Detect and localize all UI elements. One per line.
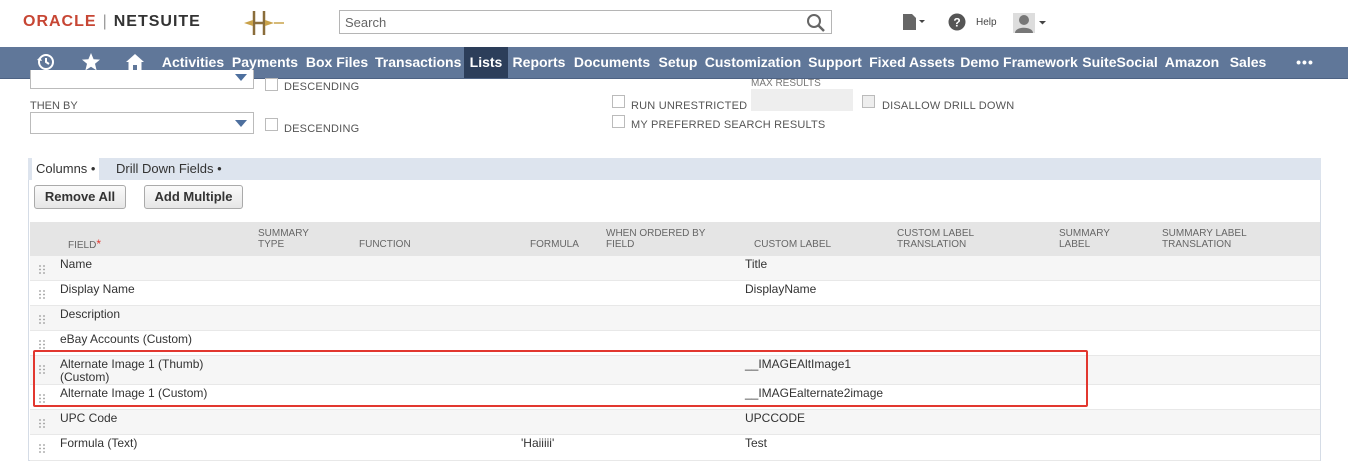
chevron-down-icon[interactable] <box>235 120 247 127</box>
table-row[interactable]: Name Title <box>30 256 1320 281</box>
subtab-bar: Columns • Drill Down Fields • <box>28 158 1321 180</box>
descending-checkbox-2[interactable] <box>265 118 278 131</box>
header-custom-label-translation: CUSTOM LABEL TRANSLATION <box>897 228 975 250</box>
logo-separator: | <box>102 13 108 30</box>
nav-more-menu[interactable]: ••• <box>1290 47 1320 78</box>
then-by-label: THEN BY <box>30 100 78 112</box>
my-preferred-checkbox[interactable] <box>612 115 625 128</box>
run-unrestricted-label: RUN UNRESTRICTED <box>631 100 748 112</box>
cell-field: Formula (Text) <box>60 436 138 450</box>
nav-lists[interactable]: Lists <box>464 47 508 78</box>
cell-field: Display Name <box>60 282 135 296</box>
remove-all-button[interactable]: Remove All <box>34 185 126 209</box>
company-brand-logo[interactable] <box>240 9 286 37</box>
logo-netsuite: NETSUITE <box>113 13 201 30</box>
disallow-drill-down-label: DISALLOW DRILL DOWN <box>882 100 1015 112</box>
highlight-annotation-box <box>33 350 1088 407</box>
cell-custom-label: DisplayName <box>745 282 817 296</box>
chevron-down-icon[interactable] <box>235 74 247 81</box>
table-row[interactable]: Display Name DisplayName <box>30 281 1320 306</box>
drag-handle-icon[interactable] <box>39 340 45 349</box>
nav-amazon[interactable]: Amazon <box>1161 47 1223 78</box>
header-summary-label: SUMMARY LABEL <box>1059 228 1110 250</box>
cell-field: eBay Accounts (Custom) <box>60 332 193 346</box>
search-placeholder: Search <box>345 15 387 30</box>
cell-custom-label: Title <box>745 257 768 271</box>
nav-setup[interactable]: Setup <box>656 47 700 78</box>
disallow-drill-down-checkbox[interactable] <box>862 95 875 108</box>
tab-columns[interactable]: Columns • <box>32 158 100 180</box>
tab-columns-label: Columns <box>36 161 88 176</box>
recent-records-icon[interactable] <box>899 12 927 32</box>
sort-by-select[interactable] <box>30 70 254 89</box>
descending-checkbox-1[interactable] <box>265 78 278 91</box>
drag-handle-icon[interactable] <box>39 444 45 453</box>
home-icon[interactable] <box>125 52 145 72</box>
oracle-netsuite-logo[interactable]: ORACLE | NETSUITE <box>23 13 201 31</box>
search-icon[interactable] <box>806 13 826 33</box>
header-custom-label: CUSTOM LABEL <box>754 239 832 250</box>
drag-handle-icon[interactable] <box>39 290 45 299</box>
max-results-input[interactable] <box>751 89 853 111</box>
nav-reports[interactable]: Reports <box>510 47 568 78</box>
logo-oracle: ORACLE <box>23 13 97 30</box>
tab-drill-down-label: Drill Down Fields <box>116 161 214 176</box>
cell-field: Description <box>60 307 121 321</box>
drag-handle-icon[interactable] <box>39 265 45 274</box>
nav-box-files[interactable]: Box Files <box>303 47 371 78</box>
cell-formula: 'Haiiiii' <box>521 436 555 450</box>
tab-drill-down-fields[interactable]: Drill Down Fields • <box>116 158 222 180</box>
nav-documents[interactable]: Documents <box>571 47 653 78</box>
search-editor-content: DESCENDING THEN BY DESCENDING MAX RESULT… <box>0 70 1348 461</box>
cell-custom-label: UPCCODE <box>745 411 806 425</box>
svg-text:?: ? <box>953 16 960 30</box>
descending-label-1: DESCENDING <box>284 81 360 93</box>
nav-transactions[interactable]: Transactions <box>375 47 461 78</box>
cell-custom-label: Test <box>745 436 768 450</box>
help-icon[interactable]: ? <box>948 13 966 31</box>
table-header: FIELD* SUMMARY TYPE FUNCTION FORMULA WHE… <box>30 222 1320 256</box>
star-icon[interactable] <box>81 52 101 72</box>
top-header: ORACLE | NETSUITE Search ? Help <box>0 0 1348 46</box>
table-row[interactable]: UPC Code UPCCODE <box>30 410 1320 435</box>
user-avatar-icon[interactable] <box>1012 12 1048 34</box>
table-row[interactable]: Formula (Text) 'Haiiiii' Test <box>30 435 1320 461</box>
nav-customization[interactable]: Customization <box>703 47 803 78</box>
global-search-input[interactable]: Search <box>339 10 832 34</box>
drag-handle-icon[interactable] <box>39 315 45 324</box>
drag-handle-icon[interactable] <box>39 419 45 428</box>
descending-label-2: DESCENDING <box>284 123 360 135</box>
header-summary-label-translation: SUMMARY LABEL TRANSLATION <box>1162 228 1247 250</box>
header-function: FUNCTION <box>359 239 411 250</box>
cell-field: UPC Code <box>60 411 118 425</box>
nav-suitesocial[interactable]: SuiteSocial <box>1081 47 1159 78</box>
nav-demo-framework[interactable]: Demo Framework <box>960 47 1078 78</box>
header-summary-type: SUMMARY TYPE <box>258 228 309 250</box>
header-formula: FORMULA <box>530 239 579 250</box>
max-results-label: MAX RESULTS <box>751 78 821 89</box>
add-multiple-button[interactable]: Add Multiple <box>144 185 243 209</box>
table-row[interactable]: Description <box>30 306 1320 331</box>
my-preferred-label: MY PREFERRED SEARCH RESULTS <box>631 119 826 131</box>
history-icon[interactable] <box>36 52 56 72</box>
help-label[interactable]: Help <box>976 17 997 28</box>
nav-fixed-assets[interactable]: Fixed Assets <box>867 47 957 78</box>
then-by-select[interactable] <box>30 112 254 134</box>
nav-sales[interactable]: Sales <box>1226 47 1270 78</box>
header-when-ordered-by-field: WHEN ORDERED BY FIELD <box>606 228 706 250</box>
nav-support[interactable]: Support <box>806 47 864 78</box>
cell-field: Name <box>60 257 93 271</box>
header-field: FIELD* <box>68 237 102 251</box>
run-unrestricted-checkbox[interactable] <box>612 95 625 108</box>
